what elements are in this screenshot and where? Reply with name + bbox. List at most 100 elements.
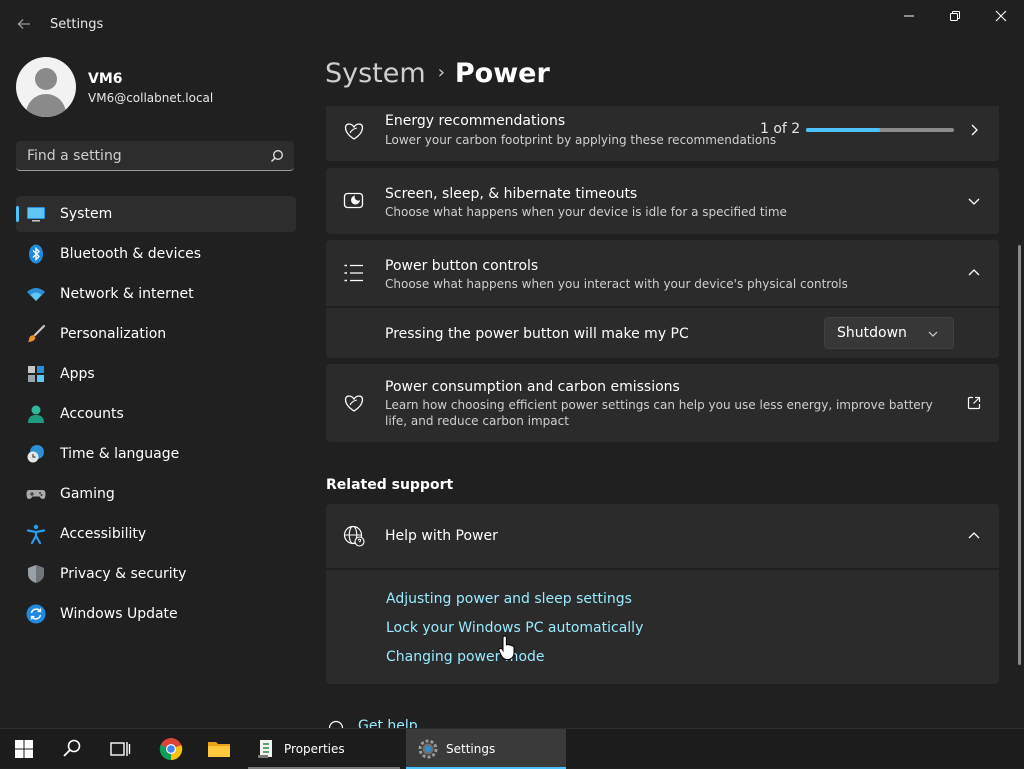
- get-help-link[interactable]: Get help: [358, 718, 418, 728]
- card-description: Choose what happens when your device is …: [385, 205, 787, 219]
- sidebar-item-label: Network & internet: [60, 286, 194, 302]
- title-bar: Settings: [0, 0, 1024, 48]
- sidebar-item-system[interactable]: System: [16, 196, 296, 232]
- power-button-action-dropdown[interactable]: Shutdown: [824, 317, 954, 349]
- system-icon: [27, 207, 45, 222]
- sidebar-item-windows-update[interactable]: Windows Update: [16, 596, 296, 632]
- gamepad-icon: [26, 490, 46, 499]
- power-button-controls-card[interactable]: Power button controls Choose what happen…: [326, 240, 999, 306]
- card-description: Choose what happens when you interact wi…: [385, 277, 848, 291]
- window-title: Settings: [50, 17, 104, 32]
- minimize-button[interactable]: [886, 0, 932, 32]
- external-link-icon: [967, 396, 981, 410]
- windows-start-icon[interactable]: [12, 737, 36, 761]
- breadcrumb-separator: ›: [437, 62, 445, 83]
- card-title: Power consumption and carbon emissions: [385, 379, 680, 395]
- get-help-icon: [328, 720, 344, 728]
- progress-count: 1 of 2: [760, 121, 801, 137]
- accessibility-icon: [26, 524, 46, 544]
- sidebar-nav: System Bluetooth & devices Network & int…: [16, 196, 296, 636]
- sidebar-item-label: System: [60, 206, 113, 222]
- chrome-icon[interactable]: [159, 737, 183, 761]
- user-email: VM6@collabnet.local: [88, 91, 214, 105]
- chevron-down-icon: [968, 198, 980, 205]
- main-content: Energy recommendations Lower your carbon…: [326, 106, 1000, 728]
- search-icon: [271, 150, 283, 162]
- chevron-up-icon: [968, 269, 980, 276]
- settings-gear-icon: [418, 739, 438, 759]
- user-name: VM6: [88, 71, 123, 87]
- leaf-heart-icon: [344, 123, 364, 140]
- chevron-up-icon: [968, 532, 980, 539]
- sidebar-item-gaming[interactable]: Gaming: [16, 476, 296, 512]
- settings-window: Settings VM6 VM6@collabnet.local Find a …: [0, 0, 1024, 728]
- sidebar-item-privacy[interactable]: Privacy & security: [16, 556, 296, 592]
- sidebar-item-bluetooth[interactable]: Bluetooth & devices: [16, 236, 296, 272]
- sidebar-item-apps[interactable]: Apps: [16, 356, 296, 392]
- sidebar-item-personalization[interactable]: Personalization: [16, 316, 296, 352]
- globe-help-icon: [343, 525, 365, 547]
- maximize-button[interactable]: [932, 0, 978, 32]
- hand-cursor-icon: [498, 635, 515, 660]
- progress-bar: [806, 128, 954, 132]
- card-title: Help with Power: [385, 528, 498, 544]
- brush-icon: [28, 324, 46, 342]
- properties-icon: [258, 740, 272, 758]
- list-settings-icon: [344, 264, 363, 282]
- minimize-icon: [904, 15, 914, 17]
- search-placeholder: Find a setting: [27, 148, 122, 164]
- accounts-icon: [28, 405, 44, 423]
- sidebar-item-accessibility[interactable]: Accessibility: [16, 516, 296, 552]
- help-links-panel: Adjusting power and sleep settings Lock …: [326, 570, 999, 684]
- card-title: Power button controls: [385, 258, 539, 274]
- help-link-power-sleep[interactable]: Adjusting power and sleep settings: [386, 591, 632, 607]
- help-with-power-header[interactable]: Help with Power: [326, 504, 999, 568]
- card-title: Screen, sleep, & hibernate timeouts: [385, 186, 638, 202]
- close-icon: [995, 10, 1007, 22]
- related-support-heading: Related support: [326, 477, 454, 493]
- sidebar-item-label: Apps: [60, 366, 95, 382]
- time-language-icon: [27, 445, 44, 463]
- help-link-lock-pc[interactable]: Lock your Windows PC automatically: [386, 620, 643, 636]
- setting-label: Pressing the power button will make my P…: [385, 326, 689, 342]
- taskbar-app-properties[interactable]: Properties: [248, 729, 400, 769]
- sidebar-item-label: Accounts: [60, 406, 124, 422]
- taskbar-app-settings[interactable]: Settings: [406, 729, 566, 769]
- taskbar-app-label: Settings: [446, 742, 496, 756]
- sidebar-item-network[interactable]: Network & internet: [16, 276, 296, 312]
- dropdown-value: Shutdown: [837, 325, 907, 341]
- help-link-power-mode[interactable]: Changing power mode: [386, 649, 545, 665]
- power-consumption-card[interactable]: Power consumption and carbon emissions L…: [326, 364, 999, 442]
- shield-icon: [28, 565, 44, 583]
- breadcrumb: System › Power: [325, 58, 550, 89]
- sidebar-item-time-language[interactable]: Time & language: [16, 436, 296, 472]
- breadcrumb-parent[interactable]: System: [325, 58, 426, 89]
- task-view-icon[interactable]: [108, 737, 132, 761]
- user-profile[interactable]: VM6 VM6@collabnet.local: [16, 57, 296, 117]
- update-icon: [26, 604, 46, 624]
- sidebar-item-label: Privacy & security: [60, 566, 187, 582]
- page-title: Power: [454, 58, 550, 89]
- search-input[interactable]: Find a setting: [16, 141, 294, 171]
- scrollbar[interactable]: [1018, 245, 1021, 665]
- sidebar-item-label: Gaming: [60, 486, 115, 502]
- chevron-down-icon: [928, 331, 938, 337]
- screen-sleep-card[interactable]: Screen, sleep, & hibernate timeouts Choo…: [326, 168, 999, 234]
- sidebar-item-label: Windows Update: [60, 606, 178, 622]
- energy-recommendations-card[interactable]: Energy recommendations Lower your carbon…: [326, 106, 999, 161]
- sidebar-item-label: Accessibility: [60, 526, 147, 542]
- sidebar-item-label: Personalization: [60, 326, 167, 342]
- leaf-heart-icon: [344, 395, 364, 412]
- screen-sleep-icon: [343, 192, 364, 209]
- wifi-icon: [27, 288, 45, 301]
- sidebar-item-label: Bluetooth & devices: [60, 246, 202, 262]
- sidebar-item-label: Time & language: [60, 446, 180, 462]
- file-explorer-icon[interactable]: [207, 737, 231, 761]
- close-button[interactable]: [978, 0, 1024, 32]
- card-description: Lower your carbon footprint by applying …: [385, 133, 777, 147]
- search-icon[interactable]: [60, 737, 84, 761]
- back-button[interactable]: [10, 12, 38, 36]
- sidebar-item-accounts[interactable]: Accounts: [16, 396, 296, 432]
- restore-icon: [950, 11, 960, 21]
- progress-fill: [806, 128, 880, 132]
